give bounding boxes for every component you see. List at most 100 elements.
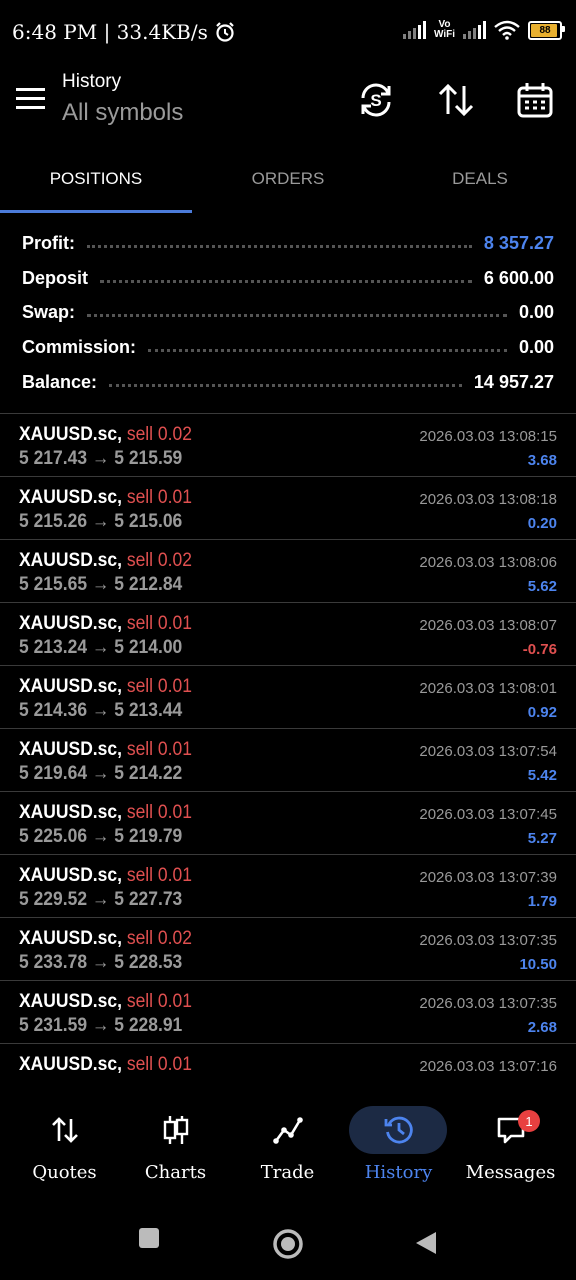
battery-icon: 88 [528, 20, 565, 40]
system-nav-bar [0, 1202, 576, 1280]
sync-icon[interactable]: S [356, 80, 396, 120]
balance-value: 14 957.27 [473, 371, 554, 392]
trade-time: 2026.03.03 13:08:07 [419, 617, 557, 634]
trade-symbol: XAUUSD.sc, sell 0.01 [19, 1054, 192, 1075]
trade-time: 2026.03.03 13:07:54 [419, 743, 557, 760]
trade-prices: 5 229.52 → 5 227.73 [19, 889, 183, 910]
trade-row[interactable]: XAUUSD.sc, sell 0.01 5 231.59 → 5 228.91 2… [0, 981, 576, 1044]
tab-positions[interactable]: POSITIONS [0, 146, 192, 212]
summary-row-balance: Balance: 14 957.27 [22, 371, 554, 392]
signal-icon [402, 21, 426, 39]
status-bar: 6:48 PM | 33.4KB/s Vo WiFi 88 [0, 0, 576, 66]
trade-side: sell 0.01 [126, 487, 192, 508]
trade-side: sell 0.01 [126, 1054, 192, 1075]
trade-row[interactable]: XAUUSD.sc, sell 0.01 5 215.26 → 5 215.06 2… [0, 477, 576, 540]
trade-profit: 2.68 [527, 1019, 557, 1036]
summary-row-profit: Profit: 8 357.27 [22, 232, 554, 253]
wifi-icon [494, 20, 520, 40]
summary-row-commission: Commission: 0.00 [22, 336, 554, 357]
trade-symbol: XAUUSD.sc, sell 0.01 [19, 865, 192, 886]
trade-prices: 5 213.24 → 5 214.00 [19, 637, 183, 658]
account-summary: Profit: 8 357.27 Deposit 6 600.00 Swap: … [0, 226, 576, 399]
nav-messages[interactable]: 1 Messages [453, 1092, 568, 1202]
summary-row-deposit: Deposit 6 600.00 [22, 267, 554, 288]
trade-side: sell 0.02 [126, 550, 192, 571]
trade-row[interactable]: XAUUSD.sc, sell 0.02 5 215.65 → 5 212.84 2… [0, 540, 576, 603]
status-time: 6:48 PM | 33.4KB/s [12, 20, 208, 44]
trade-side: sell 0.01 [126, 739, 192, 760]
trade-time: 2026.03.03 13:08:15 [419, 428, 557, 445]
commission-value: 0.00 [518, 336, 554, 357]
trade-list: XAUUSD.sc, sell 0.02 5 217.43 → 5 215.59 2… [0, 414, 576, 1107]
trade-time: 2026.03.03 13:07:35 [419, 932, 557, 949]
back-button[interactable] [414, 1230, 438, 1256]
trade-time: 2026.03.03 13:08:18 [419, 491, 557, 508]
trade-row[interactable]: XAUUSD.sc, sell 0.01 5 229.52 → 5 227.73 2… [0, 855, 576, 918]
trade-side: sell 0.01 [126, 865, 192, 886]
trade-side: sell 0.02 [126, 928, 192, 949]
swap-value: 0.00 [518, 302, 554, 323]
summary-row-swap: Swap: 0.00 [22, 302, 554, 323]
bottom-nav: Quotes Charts Trade History 1 Messages [0, 1092, 576, 1202]
trade-profit: 0.20 [527, 515, 557, 532]
calendar-icon[interactable] [515, 80, 555, 120]
trade-symbol: XAUUSD.sc, sell 0.02 [19, 550, 192, 571]
unread-badge: 1 [518, 1110, 540, 1132]
trade-row[interactable]: XAUUSD.sc, sell 0.01 5 219.64 → 5 214.22 2… [0, 729, 576, 792]
menu-icon[interactable] [16, 86, 46, 116]
trade-time: 2026.03.03 13:07:35 [419, 995, 557, 1012]
tab-orders[interactable]: ORDERS [192, 146, 384, 212]
trade-prices: 5 215.65 → 5 212.84 [19, 574, 183, 595]
trade-side: sell 0.01 [126, 991, 192, 1012]
quotes-arrows-icon [51, 1117, 78, 1143]
trade-side: sell 0.01 [126, 676, 192, 697]
trade-prices: 5 215.26 → 5 215.06 [19, 511, 183, 532]
trade-prices: 5 225.06 → 5 219.79 [19, 826, 183, 847]
trade-profit: 0.92 [527, 704, 557, 721]
deposit-value: 6 600.00 [483, 267, 554, 288]
trade-prices: 5 214.36 → 5 213.44 [19, 700, 183, 721]
trade-symbol: XAUUSD.sc, sell 0.01 [19, 613, 192, 634]
trade-side: sell 0.01 [126, 613, 192, 634]
trade-symbol: XAUUSD.sc, sell 0.01 [19, 802, 192, 823]
trade-time: 2026.03.03 13:08:06 [419, 554, 557, 571]
recents-button[interactable] [137, 1226, 161, 1250]
home-button[interactable] [272, 1228, 304, 1260]
nav-history[interactable]: History [341, 1092, 456, 1202]
trade-symbol: XAUUSD.sc, sell 0.01 [19, 739, 192, 760]
profit-value: 8 357.27 [483, 232, 554, 253]
app-bar: History All symbols S [0, 66, 576, 146]
trade-profit: 3.68 [527, 452, 557, 469]
trade-symbol: XAUUSD.sc, sell 0.01 [19, 487, 192, 508]
vowifi-icon: Vo WiFi [433, 19, 455, 40]
trade-row[interactable]: XAUUSD.sc, sell 0.02 5 233.78 → 5 228.53 2… [0, 918, 576, 981]
trade-prices: 5 217.43 → 5 215.59 [19, 448, 183, 469]
trade-row[interactable]: XAUUSD.sc, sell 0.02 5 217.43 → 5 215.59 2… [0, 414, 576, 477]
trade-profit: 1.79 [527, 893, 557, 910]
page-title: History [62, 71, 122, 92]
sort-icon[interactable] [436, 80, 476, 120]
trade-profit: 5.42 [527, 767, 557, 784]
trade-profit: 10.50 [519, 956, 557, 973]
trade-profit: -0.76 [522, 641, 557, 658]
trade-row[interactable]: XAUUSD.sc, sell 0.01 5 213.24 → 5 214.00 2… [0, 603, 576, 666]
trade-row[interactable]: XAUUSD.sc, sell 0.01 5 225.06 → 5 219.79 2… [0, 792, 576, 855]
signal-icon-2 [463, 21, 486, 39]
trade-side: sell 0.02 [126, 424, 192, 445]
trade-symbol: XAUUSD.sc, sell 0.02 [19, 424, 192, 445]
nav-trade[interactable]: Trade [230, 1092, 345, 1202]
trade-side: sell 0.01 [126, 802, 192, 823]
tab-bar: POSITIONS ORDERS DEALS [0, 146, 576, 214]
symbol-filter[interactable]: All symbols [62, 99, 183, 127]
svg-text:S: S [370, 91, 381, 110]
tab-deals[interactable]: DEALS [384, 146, 576, 212]
trade-time: 2026.03.03 13:08:01 [419, 680, 557, 697]
candlestick-icon [163, 1116, 188, 1144]
alarm-icon [216, 22, 234, 42]
tab-indicator [0, 210, 192, 213]
trend-line-icon [272, 1117, 303, 1144]
trade-row[interactable]: XAUUSD.sc, sell 0.01 5 214.36 → 5 213.44 2… [0, 666, 576, 729]
nav-charts[interactable]: Charts [118, 1092, 233, 1202]
trade-time: 2026.03.03 13:07:39 [419, 869, 557, 886]
nav-quotes[interactable]: Quotes [7, 1092, 122, 1202]
